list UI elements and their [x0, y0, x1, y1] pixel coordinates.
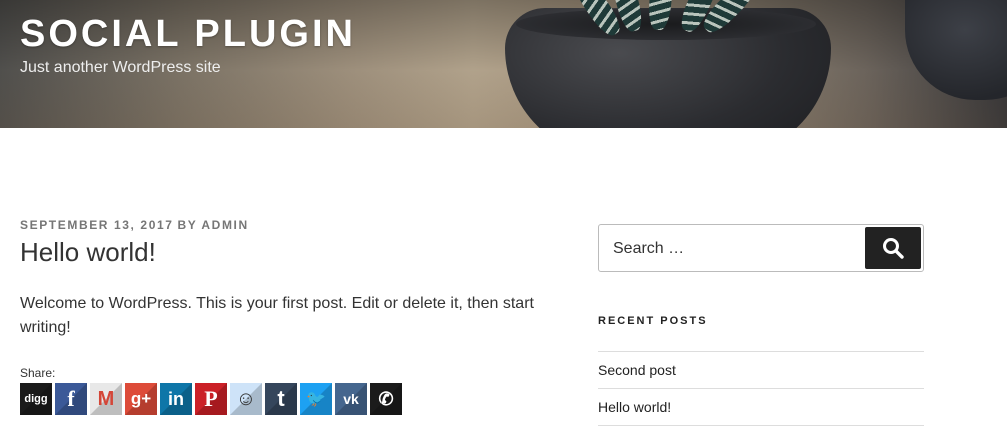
post-title[interactable]: Hello world!: [20, 237, 156, 268]
search-button[interactable]: [865, 227, 921, 269]
facebook-icon: f: [67, 386, 75, 411]
tumblr-share-button[interactable]: t: [265, 383, 297, 415]
whatsapp-icon: ✆: [378, 388, 394, 409]
vk-icon: vk: [343, 391, 359, 407]
post-content: Welcome to WordPress. This is your first…: [20, 295, 534, 336]
digg-icon: digg: [24, 393, 48, 405]
post-date-link[interactable]: SEPTEMBER 13, 2017: [20, 218, 174, 232]
reddit-share-button[interactable]: ☺: [230, 383, 262, 415]
google-plus-icon: g+: [130, 389, 152, 408]
search-icon: [883, 238, 904, 259]
share-buttons: digg f Mg+ in P ☺ t 🐦 vk ✆: [20, 383, 402, 415]
digg-share-button[interactable]: digg: [20, 383, 52, 415]
recent-post-link[interactable]: Second post: [598, 362, 676, 378]
post-meta: SEPTEMBER 13, 2017 BY ADMIN: [20, 218, 249, 232]
post-by-label: BY: [177, 218, 198, 232]
gmail-share-button[interactable]: M: [90, 383, 122, 415]
whatsapp-share-button[interactable]: ✆: [370, 383, 402, 415]
linkedin-icon: in: [168, 388, 184, 409]
google-plus-share-button[interactable]: g+: [125, 383, 157, 415]
post-author-link[interactable]: ADMIN: [201, 218, 248, 232]
site-title[interactable]: SOCIAL PLUGIN: [20, 12, 356, 56]
vk-share-button[interactable]: vk: [335, 383, 367, 415]
pinterest-share-button[interactable]: P: [195, 383, 227, 415]
site-description: Just another WordPress site: [20, 59, 221, 76]
recent-posts-list: Second post Hello world!: [598, 351, 924, 426]
site-header: SOCIAL PLUGIN Just another WordPress sit…: [0, 0, 1007, 128]
reddit-icon: ☺: [235, 387, 257, 410]
recent-post-item: Second post: [598, 351, 924, 388]
recent-posts-title: RECENT POSTS: [598, 315, 708, 327]
twitter-share-button[interactable]: 🐦: [300, 383, 332, 415]
facebook-share-button[interactable]: f: [55, 383, 87, 415]
twitter-icon: 🐦: [306, 391, 326, 408]
recent-post-item: Hello world!: [598, 388, 924, 426]
pinterest-icon: P: [204, 386, 218, 411]
linkedin-share-button[interactable]: in: [160, 383, 192, 415]
search-input[interactable]: [611, 225, 865, 273]
search-form: [598, 224, 924, 273]
tumblr-icon: t: [277, 386, 285, 411]
gmail-icon: M: [97, 387, 115, 410]
recent-post-link[interactable]: Hello world!: [598, 399, 671, 415]
share-label: Share:: [20, 366, 56, 380]
